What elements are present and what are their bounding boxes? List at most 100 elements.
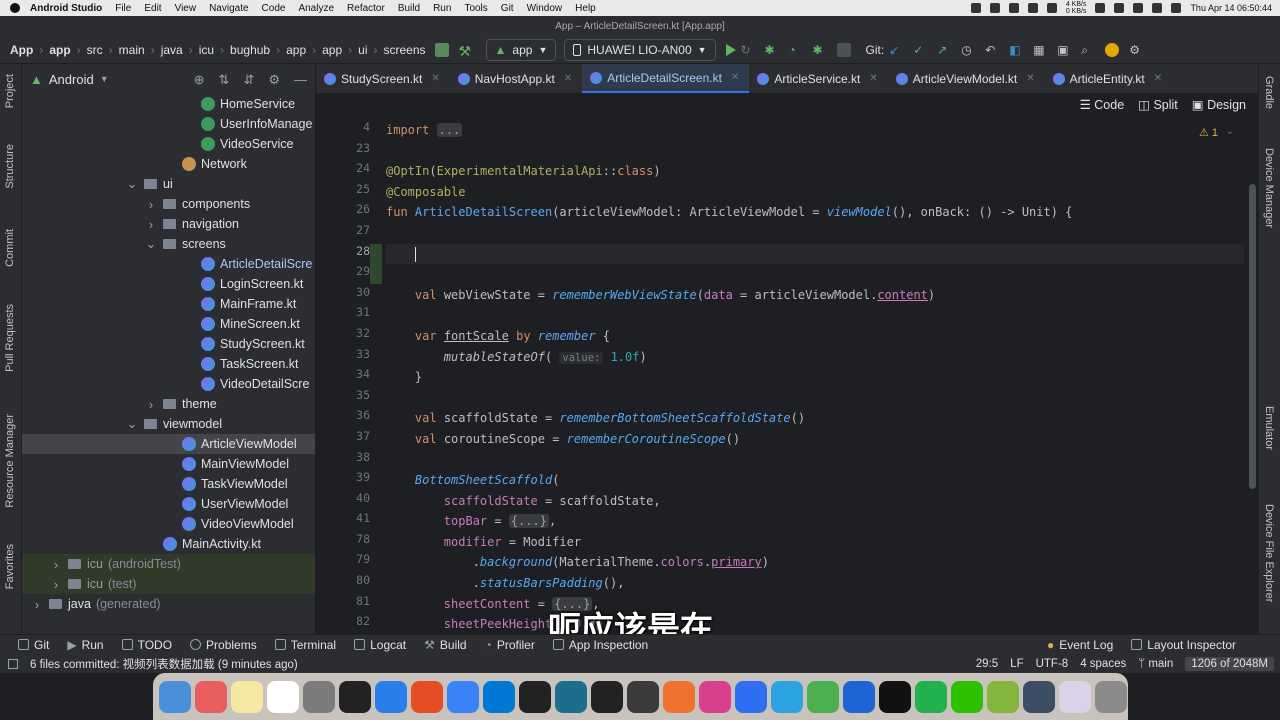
- tree-item[interactable]: TaskScreen.kt: [22, 354, 315, 374]
- chevron-down-icon[interactable]: ⌄: [126, 416, 138, 432]
- dock-app-icon[interactable]: [339, 680, 371, 713]
- breadcrumb-item[interactable]: ui: [358, 43, 367, 57]
- dock-app-icon[interactable]: [771, 680, 803, 713]
- menu-file[interactable]: File: [115, 3, 131, 14]
- history-icon[interactable]: ◷: [961, 43, 975, 57]
- logcat-tool-button[interactable]: Logcat: [354, 638, 406, 652]
- dock-app-icon[interactable]: [735, 680, 767, 713]
- menu-app-name[interactable]: Android Studio: [30, 3, 102, 14]
- dock-app-icon[interactable]: [879, 680, 911, 713]
- chevron-down-icon[interactable]: ▼: [100, 74, 109, 84]
- make-module-icon[interactable]: [434, 43, 449, 57]
- stop-icon[interactable]: [836, 43, 851, 57]
- menu-refactor[interactable]: Refactor: [347, 3, 385, 14]
- chevron-right-icon[interactable]: ›: [145, 197, 157, 212]
- breadcrumb-module[interactable]: app: [49, 43, 70, 57]
- split-view-button[interactable]: ◫ Split: [1138, 97, 1178, 112]
- chevron-right-icon[interactable]: ›: [50, 557, 62, 572]
- tree-item[interactable]: › navigation: [22, 214, 315, 234]
- memory-indicator[interactable]: 1206 of 2048M: [1185, 656, 1274, 671]
- tree-item[interactable]: MainViewModel: [22, 454, 315, 474]
- tree-item[interactable]: LoginScreen.kt: [22, 274, 315, 294]
- gradle-tool-tab[interactable]: Gradle: [1263, 76, 1275, 109]
- chevron-right-icon[interactable]: ›: [31, 597, 43, 612]
- menu-window[interactable]: Window: [527, 3, 563, 14]
- tree-item[interactable]: › theme: [22, 394, 315, 414]
- collapse-all-icon[interactable]: ⇵: [243, 72, 254, 88]
- search-icon[interactable]: ⌕: [1081, 43, 1095, 57]
- dock-app-icon[interactable]: [375, 680, 407, 713]
- menu-view[interactable]: View: [175, 3, 197, 14]
- structure-tool-tab[interactable]: Structure: [4, 144, 16, 189]
- chevron-down-icon[interactable]: ⌄: [126, 176, 138, 192]
- dock-app-icon[interactable]: [267, 680, 299, 713]
- tree-item[interactable]: Network: [22, 154, 315, 174]
- tree-item[interactable]: ⌄ ui: [22, 174, 315, 194]
- tray-icon[interactable]: [1095, 3, 1106, 13]
- breadcrumb-item[interactable]: java: [161, 43, 183, 57]
- tree-item[interactable]: MainActivity.kt: [22, 534, 315, 554]
- todo-tool-button[interactable]: TODO: [121, 638, 172, 652]
- rerun-icon[interactable]: ↻: [741, 43, 755, 57]
- avd-manager-icon[interactable]: ▣: [1057, 43, 1071, 57]
- editor-tab[interactable]: ArticleEntity.kt ✕: [1045, 64, 1173, 93]
- pull-requests-tool-tab[interactable]: Pull Requests: [4, 304, 16, 372]
- git-push-icon[interactable]: ↗: [937, 43, 951, 57]
- code-editor[interactable]: ☰ Code ◫ Split ▣ Design ⚠ 1 ⌄ 4 23 24 25 26 2…: [316, 94, 1258, 634]
- dock-app-icon[interactable]: [1059, 680, 1091, 713]
- build-tool-button[interactable]: ⚒ Build: [424, 638, 466, 652]
- dock-app-icon[interactable]: [411, 680, 443, 713]
- hammer-icon[interactable]: ⚒: [459, 43, 473, 59]
- code-content[interactable]: import ... @OptIn(ExperimentalMaterialAp…: [386, 120, 1244, 635]
- breadcrumb-project[interactable]: App: [10, 43, 33, 57]
- dock-app-icon[interactable]: [1023, 680, 1055, 713]
- search-icon[interactable]: [1152, 3, 1163, 13]
- git-commit-icon[interactable]: ✓: [913, 43, 927, 57]
- record-icon[interactable]: [970, 3, 981, 13]
- chevron-right-icon[interactable]: ›: [145, 217, 157, 232]
- dock-app-icon[interactable]: [303, 680, 335, 713]
- project-tool-tab[interactable]: Project: [4, 74, 16, 108]
- close-icon[interactable]: ✕: [869, 73, 877, 84]
- app-inspection-tool-button[interactable]: App Inspection: [552, 638, 648, 652]
- editor-tab[interactable]: StudyScreen.kt ✕: [316, 64, 450, 93]
- apple-icon[interactable]: [10, 3, 20, 13]
- wifi-icon[interactable]: [1133, 3, 1144, 13]
- rollback-icon[interactable]: ↶: [985, 43, 999, 57]
- dock-app-icon[interactable]: [951, 680, 983, 713]
- code-view-button[interactable]: ☰ Code: [1080, 97, 1125, 112]
- dock-app-icon[interactable]: [987, 680, 1019, 713]
- tree-item[interactable]: MineScreen.kt: [22, 314, 315, 334]
- dock-app-icon[interactable]: [483, 680, 515, 713]
- line-separator[interactable]: LF: [1010, 658, 1023, 670]
- resource-manager-tool-tab[interactable]: Resource Manager: [4, 414, 16, 508]
- breadcrumb-item[interactable]: app: [286, 43, 306, 57]
- menu-analyze[interactable]: Analyze: [298, 3, 334, 14]
- menu-help[interactable]: Help: [575, 3, 596, 14]
- tree-item[interactable]: StudyScreen.kt: [22, 334, 315, 354]
- tree-item[interactable]: › icu (androidTest): [22, 554, 315, 574]
- dock-app-icon[interactable]: [843, 680, 875, 713]
- git-branch[interactable]: ᛘ main: [1138, 658, 1173, 670]
- menu-git[interactable]: Git: [501, 3, 514, 14]
- project-view-select[interactable]: Android: [49, 72, 94, 87]
- file-encoding[interactable]: UTF-8: [1036, 658, 1069, 670]
- sdk-manager-icon[interactable]: ▦: [1033, 43, 1047, 57]
- breadcrumb-item[interactable]: icu: [199, 43, 214, 57]
- breadcrumb-item[interactable]: app: [322, 43, 342, 57]
- editor-tab[interactable]: ArticleService.kt ✕: [749, 64, 887, 93]
- menu-edit[interactable]: Edit: [144, 3, 161, 14]
- dock-app-icon[interactable]: [447, 680, 479, 713]
- close-icon[interactable]: ✕: [1026, 73, 1034, 84]
- editor-tab[interactable]: NavHostApp.kt ✕: [450, 64, 582, 93]
- menu-navigate[interactable]: Navigate: [209, 3, 248, 14]
- breadcrumb-item[interactable]: bughub: [230, 43, 270, 57]
- profile-icon[interactable]: ◔: [789, 43, 803, 57]
- run-config-select[interactable]: ▲ app ▼: [485, 39, 557, 61]
- dock-app-icon[interactable]: [807, 680, 839, 713]
- update-icon[interactable]: [1105, 43, 1120, 57]
- dock-app-icon[interactable]: [699, 680, 731, 713]
- run-icon[interactable]: [725, 44, 736, 56]
- control-center-icon[interactable]: [1171, 3, 1182, 13]
- tree-item[interactable]: MainFrame.kt: [22, 294, 315, 314]
